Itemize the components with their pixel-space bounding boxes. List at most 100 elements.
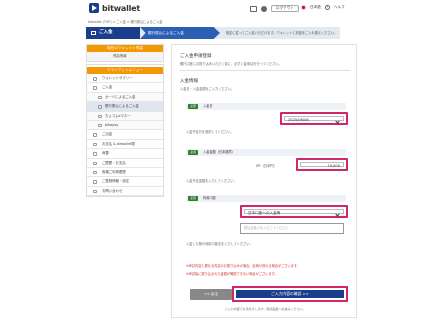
amount-label: 入金金額（日本通貨） [203, 150, 235, 154]
sidebar-item-label: ご履歴・お支払 [102, 160, 126, 165]
user-icon[interactable] [261, 5, 267, 12]
top-header: bitwallet ログアウト 日本語 ? ヘルプ [0, 0, 425, 17]
breadcrumb: bitwallet (TOP) > ご入金 > 銀行振込によるご入金 [88, 20, 163, 24]
method-select[interactable]: 日本口座への入金等 [244, 209, 344, 217]
sidebar: 現在のウォレット残高 残高情報 クライアントメニュー ウォレットサマリー ご入金カ… [86, 44, 164, 198]
sidebar-item-label: ウォレットサマリー [102, 76, 133, 80]
sidebar-item[interactable]: ウォレットサマリー [87, 74, 163, 84]
method-value: 日本口座への入金等 [248, 211, 281, 215]
sidebar-item-label: 各種ご利用履歴 [102, 169, 126, 174]
sidebar-item-label: お支払 & bitwallet間 [102, 141, 135, 146]
currency-prefix: JPY（日本円） [256, 164, 277, 168]
date-note: 入金予定日を選択してください。 [186, 130, 234, 134]
bitwallet-logo-icon [89, 3, 99, 13]
logo-text: bitwallet [102, 3, 141, 13]
menu-item-icon [98, 95, 102, 100]
current-step: 銀行振込によるご入金 [140, 27, 220, 39]
wallet-balance-box: 現在のウォレット残高 残高情報 [86, 44, 164, 62]
sidebar-item[interactable]: ご入金 [87, 83, 163, 93]
sidebar-item[interactable]: ちょコムeマネー [87, 111, 163, 121]
sidebar-item[interactable]: bitwpay [87, 120, 163, 131]
sidebar-item-label: ご登録情報・設定 [102, 179, 130, 184]
menu-item-icon [98, 105, 102, 109]
menu-item-icon [93, 152, 97, 156]
deposit-form-card: ご入金申請登録 銀行口座にお振り込みいただく前に、必ず入金申請を行ってください。… [171, 44, 357, 318]
method-note: 入金した際の利用口座名を入力してください。 [186, 242, 253, 246]
header-actions: ログアウト [250, 5, 299, 12]
menu-item-icon [93, 77, 97, 81]
amount-input[interactable]: 70,000 [300, 162, 344, 168]
method-field-header: 必須 利用口座 [186, 195, 346, 202]
sidebar-item-label: ちょコムeマネー [105, 113, 131, 118]
form-description: 銀行口座にお振り込みいただく前に、必ず入金申請を行ってください。 [180, 62, 282, 66]
sidebar-item[interactable]: ご出金 [87, 130, 163, 140]
sidebar-item-label: bitwpay [105, 122, 119, 127]
page-title-text: ご入金 [99, 30, 113, 35]
method-select-highlight: 日本口座への入金等 [240, 205, 348, 218]
sidebar-item-label: 両替 [102, 151, 109, 156]
menu-item-icon [93, 170, 97, 175]
divider [180, 70, 350, 71]
confirm-button[interactable]: ご入力内容の確認 >> [236, 290, 344, 298]
section-title: 入金情報 [180, 79, 198, 84]
date-label: 入金日 [203, 104, 213, 108]
page-title: ご入金 [86, 27, 140, 39]
sidebar-item[interactable]: お支払 & bitwallet間 [87, 139, 163, 150]
menu-item-icon [98, 123, 102, 128]
sidebar-item[interactable]: お問い合わせ [87, 186, 163, 197]
deposit-icon [91, 31, 96, 35]
menu-item-icon [98, 114, 102, 119]
sidebar-item[interactable]: カードによるご入金 [87, 92, 163, 103]
sidebar-item[interactable]: ご登録情報・設定 [87, 177, 163, 187]
amount-input-highlight: 70,000 [296, 158, 348, 171]
header-language: 日本語 ? ヘルプ [301, 5, 345, 10]
sidebar-item[interactable]: 両替 [87, 149, 163, 159]
menu-item-icon [93, 86, 97, 90]
remitter-name-input[interactable]: 振込名義人を入力してください [240, 223, 344, 234]
sidebar-item-label: お問い合わせ [102, 188, 123, 193]
sidebar-item-label: 銀行振込によるご入金 [105, 104, 139, 109]
form-title: ご入金申請登録 [180, 54, 212, 59]
menu-item-icon [93, 189, 97, 194]
warning-text-1: ※申請内容と異なる内容のお振り込みの場合、反映が遅れる場合がございます。 [186, 264, 300, 268]
amount-note: 入金予定金額を入力してください。 [186, 179, 237, 183]
menu-item-icon [93, 161, 97, 166]
section-description: 入金日・入金金額をご入力ください。 [180, 87, 235, 91]
amount-field-header: 必須 入金金額（日本通貨） [186, 149, 346, 156]
sidebar-item[interactable]: 銀行振込によるご入金 [87, 102, 163, 112]
sidebar-item[interactable]: 各種ご利用履歴 [87, 167, 163, 178]
client-menu-heading: クライアントメニュー [87, 67, 163, 74]
form-footnote: ご入力内容でお手続きします。確認画面へお進みください。 [224, 307, 306, 311]
date-select-highlight: 2025/06/08 [280, 112, 348, 125]
date-field-header: 必須 入金日 [186, 103, 346, 110]
required-badge: 必須 [188, 104, 198, 109]
chevron-down-icon [335, 212, 340, 217]
menu-item-icon [93, 142, 97, 147]
menu-item-icon [93, 133, 97, 137]
confirm-button-highlight: ご入力内容の確認 >> [232, 286, 348, 302]
sidebar-item[interactable]: ご履歴・お支払 [87, 158, 163, 168]
date-select[interactable]: 2025/06/08 [284, 116, 344, 124]
wallet-balance-toggle[interactable]: 残高情報 [87, 52, 163, 61]
bitwallet-logo[interactable]: bitwallet [89, 3, 140, 13]
date-value: 2025/06/08 [288, 118, 309, 122]
japan-flag-icon[interactable] [301, 5, 306, 10]
sidebar-item-label: ご出金 [102, 132, 113, 137]
sidebar-item-label: ご入金 [102, 85, 113, 90]
menu-item-icon [93, 180, 97, 184]
warning-text-2: ※申請後に振り込まれた金額が確認できない場合がございます。 [186, 272, 278, 276]
help-icon[interactable]: ? [324, 5, 330, 10]
language-selector[interactable]: 日本語 [310, 5, 321, 10]
help-link[interactable]: ヘルプ [334, 5, 345, 10]
sidebar-item-label: カードによるご入金 [105, 94, 136, 99]
back-button[interactable]: << 戻る [190, 289, 232, 300]
step-hint: 既定に従ってご入金いただけます。ウォレットに資金をご入れ換えください。 [226, 31, 337, 35]
logout-button[interactable]: ログアウト [271, 5, 299, 12]
mail-icon[interactable] [250, 5, 257, 12]
required-badge: 必須 [188, 150, 198, 155]
client-menu: クライアントメニュー ウォレットサマリー ご入金カードによるご入金 銀行振込によるご… [86, 64, 164, 198]
wallet-balance-heading: 現在のウォレット残高 [87, 45, 163, 52]
step-bar: ご入金 銀行振込によるご入金 既定に従ってご入金いただけます。ウォレットに資金を… [86, 27, 340, 39]
chevron-down-icon [335, 119, 340, 124]
method-label: 利用口座 [203, 196, 216, 200]
